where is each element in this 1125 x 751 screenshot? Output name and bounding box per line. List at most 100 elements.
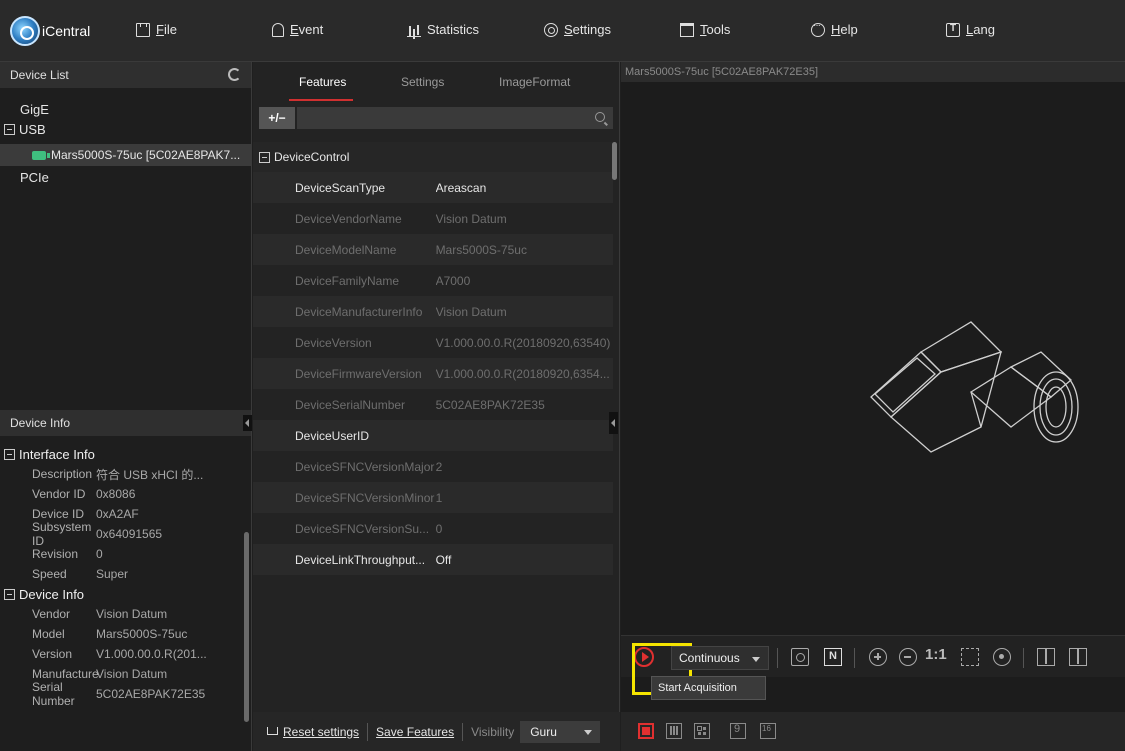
feature-row[interactable]: DeviceModelName Mars5000S-75uc [253,234,613,265]
snapshot-icon[interactable] [791,648,809,666]
acquisition-mode-select[interactable]: Continuous [671,646,769,670]
reset-icon [267,726,278,735]
feature-tabs: Features Settings ImageFormat [253,62,619,102]
info-row: Subsystem ID 0x64091565 [32,520,163,548]
menu-bar: iCentral File Event Statistics Settings … [0,0,1125,62]
menu-event[interactable]: Event [272,22,323,37]
info-row: Serial Number 5C02AE8PAK72E35 [32,680,206,708]
language-icon [946,22,960,37]
device-info-section[interactable]: Device Info [0,584,244,604]
feature-row[interactable]: DeviceUserID [253,420,613,451]
split-horizontal-icon[interactable] [1069,648,1087,666]
refresh-icon[interactable] [228,68,241,81]
bell-icon [272,22,284,37]
layout-9-icon[interactable] [730,723,746,739]
logo-text: iCentral [42,23,91,39]
layout-16-icon[interactable] [760,723,776,739]
feature-row[interactable]: DeviceScanType Areascan [253,172,613,203]
feature-list-scrollbar[interactable] [612,142,617,180]
feature-row[interactable]: DeviceManufacturerInfo Vision Datum [253,296,613,327]
menu-statistics[interactable]: Statistics [407,22,479,37]
logo-icon [10,16,40,46]
info-row: Version V1.000.00.0.R(201... [32,647,207,661]
visibility-label: Visibility [471,724,515,739]
feature-row[interactable]: DeviceSFNCVersionMajor 2 [253,451,613,482]
divider [777,648,778,668]
menu-help[interactable]: Help [811,20,858,37]
record-icon[interactable] [824,648,842,666]
tab-settings[interactable]: Settings [401,75,444,89]
device-info-list: Interface Info Description 符合 USB xHCI 的.… [0,444,244,708]
split-view-icon[interactable] [1037,648,1055,666]
feature-row[interactable]: DeviceFirmwareVersion V1.000.00.0.R(20180… [253,358,613,389]
interface-info-section[interactable]: Interface Info [0,444,244,464]
info-row: Revision 0 [32,547,103,561]
feature-row[interactable]: DeviceFamilyName A7000 [253,265,613,296]
collapse-icon[interactable] [4,588,15,600]
gear-icon [544,22,558,37]
reset-settings-link[interactable]: Reset settings [267,725,359,739]
info-row: Description 符合 USB xHCI 的... [32,467,204,482]
zoom-actual-size-button[interactable]: 1:1 [925,646,949,664]
feature-row[interactable]: DeviceSFNCVersionSu... 0 [253,513,613,544]
camera-icon [32,150,50,160]
collapse-icon[interactable] [4,448,15,460]
expand-collapse-button[interactable]: +/− [259,107,295,129]
feature-row[interactable]: DeviceSFNCVersionMinor 1 [253,482,613,513]
info-row: Model Mars5000S-75uc [32,627,188,641]
tab-imageformat[interactable]: ImageFormat [499,75,570,89]
collapse-middle-icon[interactable] [609,412,618,434]
menu-lang[interactable]: Lang [946,22,995,37]
device-list-header: Device List [0,62,251,88]
file-icon [136,22,150,37]
start-acquisition-button[interactable] [632,643,692,695]
device-info-scrollbar[interactable] [244,532,249,722]
menu-tools[interactable]: Tools [680,22,730,37]
feature-row[interactable]: DeviceVendorName Vision Datum [253,203,613,234]
layout-4-icon[interactable] [694,723,710,739]
center-icon[interactable] [993,648,1011,666]
image-viewer: Mars5000S-75uc [5C02AE8PAK72E35] Continu… [621,62,1125,751]
camera-placeholder-icon [870,321,1079,453]
feature-search-row: +/− [253,102,619,134]
feature-row[interactable]: DeviceSerialNumber 5C02AE8PAK72E35 [253,389,613,420]
zoom-out-icon[interactable] [899,648,917,666]
collapse-left-icon[interactable] [243,415,252,431]
info-row: Speed Super [32,567,129,581]
tree-gige[interactable]: GigE [0,98,251,120]
divider [1023,648,1024,668]
tree-usb[interactable]: USB [0,118,251,140]
layout-1-icon[interactable] [638,723,654,739]
save-features-link[interactable]: Save Features [376,725,454,739]
viewer-toolbar: Continuous 1:1 Start Acquisition [621,635,1125,700]
tab-features[interactable]: Features [299,75,346,89]
info-row: Vendor ID 0x8086 [32,487,136,501]
feature-search-input[interactable] [297,107,613,129]
zoom-in-icon[interactable] [869,648,887,666]
feature-row[interactable]: DeviceVersion V1.000.00.0.R(20180920,6354… [253,327,613,358]
visibility-select[interactable]: Guru [520,720,601,743]
layout-2-icon[interactable] [666,723,682,739]
menu-file[interactable]: File [136,22,177,37]
menu-settings[interactable]: Settings [544,22,611,37]
feature-list: DeviceScanType Areascan DeviceVendorName V… [253,172,613,575]
features-panel: Features Settings ImageFormat +/− Device… [253,62,620,751]
layout-bar [621,712,1125,751]
tree-pcie[interactable]: PCIe [0,166,251,188]
active-tab-indicator [289,99,353,101]
device-item-mars5000s[interactable]: Mars5000S-75uc [5C02AE8PAK7... [0,144,251,166]
info-row: Vendor Vision Datum [32,607,168,621]
left-panel: Device List GigE USB Mars5000S-75uc [5C0… [0,62,252,751]
feature-row[interactable]: DeviceLinkThroughput... Off [253,544,613,575]
collapse-icon[interactable] [4,123,15,135]
start-acquisition-tooltip: Start Acquisition [651,676,766,700]
device-info-header: Device Info [0,410,252,436]
fit-window-icon[interactable] [961,648,979,666]
feature-group-devicecontrol[interactable]: DeviceControl [253,142,613,172]
divider [462,722,464,741]
bar-chart-icon [407,23,421,37]
collapse-icon[interactable] [259,151,270,163]
search-icon[interactable] [595,112,605,122]
help-icon [811,20,825,37]
features-footer: Reset settings Save Features Visibility … [253,712,620,751]
